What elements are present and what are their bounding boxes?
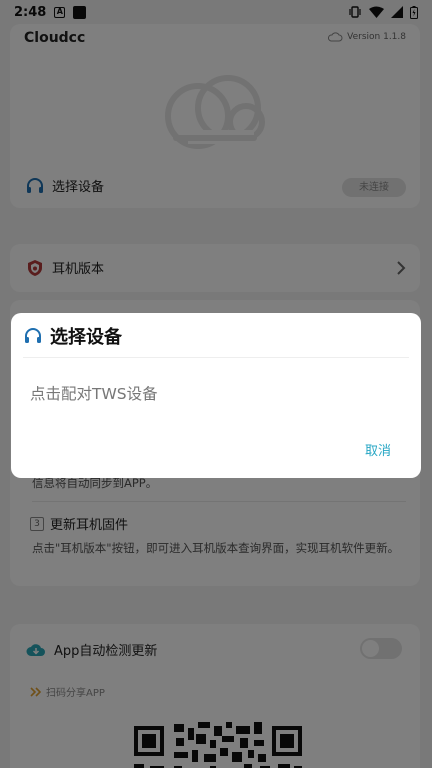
cancel-button[interactable]: 取消 [365,440,391,459]
headphones-icon [25,328,41,343]
dialog-title-row: 选择设备 [24,323,122,349]
dialog-divider [23,357,409,358]
select-device-dialog: 选择设备 点击配对TWS设备 取消 [11,313,421,478]
dialog-title: 选择设备 [50,327,122,348]
dialog-message[interactable]: 点击配对TWS设备 [30,382,158,404]
